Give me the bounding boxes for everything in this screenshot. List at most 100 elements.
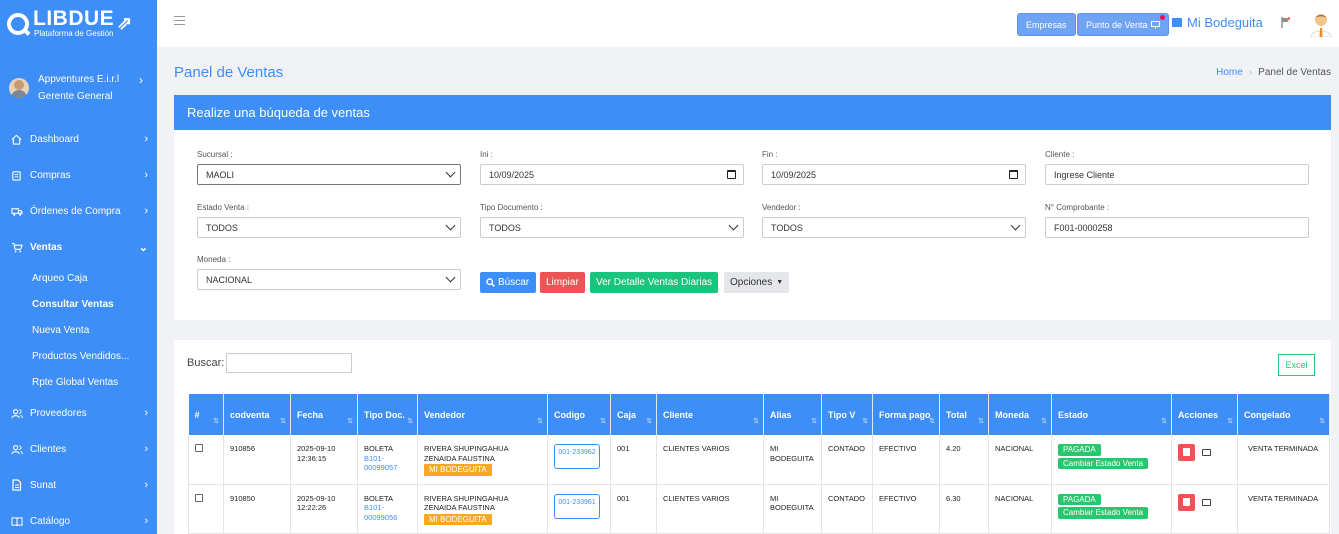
sort-icon: ⇅ — [213, 418, 219, 425]
cell-moneda: NACIONAL — [988, 484, 1052, 534]
cell-vendedor: RIVERA SHUPINGAHUA ZENAIDA FAUSTINA — [424, 493, 509, 513]
search-card: Realize una búqueda de ventas Sucursal :… — [174, 95, 1331, 320]
home-icon — [10, 133, 23, 146]
col-header-congelado[interactable]: Congelado ⇅ — [1237, 394, 1330, 435]
logo-arrows-icon: ⇗ — [117, 13, 133, 33]
print-icon[interactable] — [1202, 498, 1211, 506]
sort-icon: ⇅ — [1041, 418, 1047, 425]
sidebar-item-catalogo[interactable]: Catálogo › — [0, 503, 157, 534]
cell-forma-pago: EFECTIVO — [872, 435, 940, 485]
calendar-icon[interactable] — [727, 170, 736, 179]
tipo-doc-field: Tipo Documento : TODOS — [480, 203, 744, 238]
vendedor-select[interactable]: TODOS — [762, 217, 1026, 238]
results-card: Buscar: Excel # ⇅ codventa ⇅ Fecha ⇅ Tipo D… — [174, 340, 1331, 534]
trash-icon[interactable] — [1178, 444, 1195, 461]
comprobante-field: N° Comprobante : F001-0000258 — [1045, 203, 1309, 238]
col-header-acciones[interactable]: Acciones ⇅ — [1171, 394, 1238, 435]
sidebar-subitem-arqueo[interactable]: Arqueo Caja — [0, 265, 157, 291]
col-header-cliente[interactable]: Cliente ⇅ — [656, 394, 764, 435]
sort-icon: ⇅ — [978, 418, 984, 425]
sort-icon: ⇅ — [811, 418, 817, 425]
clipboard-icon — [10, 169, 23, 182]
moneda-select[interactable]: NACIONAL — [197, 269, 461, 290]
moneda-field: Moneda : NACIONAL — [197, 255, 461, 290]
cambiar-estado-button[interactable]: Cambiar Estado Venta — [1058, 457, 1149, 469]
sort-icon: ⇅ — [280, 418, 286, 425]
col-header-estado[interactable]: Estado ⇅ — [1051, 394, 1172, 435]
chevron-right-icon: › — [144, 205, 148, 217]
col-header-index[interactable]: # ⇅ — [188, 394, 224, 435]
cliente-input[interactable]: Ingrese Cliente — [1045, 164, 1309, 185]
cell-codigo-button[interactable]: 001-233961 — [554, 493, 600, 519]
col-header-vendedor[interactable]: Vendedor ⇅ — [417, 394, 548, 435]
cell-tipo-v: CONTADO — [821, 484, 873, 534]
cell-tipo: BOLETA — [364, 493, 394, 503]
table-search-input[interactable] — [226, 353, 353, 373]
sort-icon: ⇅ — [600, 418, 606, 425]
col-header-caja[interactable]: Caja ⇅ — [610, 394, 657, 435]
col-header-tipo-v[interactable]: Tipo V ⇅ — [821, 394, 873, 435]
opciones-button[interactable]: Opciones ▼ — [724, 272, 790, 293]
fin-date-input[interactable]: 10/09/2025 — [762, 164, 1026, 185]
col-header-codigo[interactable]: Codigo ⇅ — [547, 394, 611, 435]
detalle-ventas-button[interactable]: Ver Detalle Ventas Diarias — [590, 272, 719, 293]
user-profile[interactable]: Appventures E.i.r.l Gerente General › — [0, 55, 157, 121]
cell-caja: 001 — [610, 435, 657, 485]
user-avatar-icon[interactable] — [1310, 13, 1332, 37]
col-header-total[interactable]: Total ⇅ — [939, 394, 989, 435]
col-header-codventa[interactable]: codventa ⇅ — [223, 394, 291, 435]
table-row: 910850 2025-09-10 12:22:26 BOLETA B101-00… — [188, 484, 1330, 534]
excel-button[interactable]: Excel — [1278, 354, 1315, 376]
comprobante-label: N° Comprobante : — [1045, 203, 1110, 212]
col-header-moneda[interactable]: Moneda ⇅ — [988, 394, 1052, 435]
sidebar-item-ordenes[interactable]: Órdenes de Compra › — [0, 193, 157, 229]
trash-icon[interactable] — [1178, 493, 1195, 511]
sidebar-item-clientes[interactable]: Clientes › — [0, 431, 157, 467]
calendar-icon[interactable] — [1009, 170, 1018, 179]
cell-doc-link[interactable]: B101-00099056 — [364, 503, 411, 522]
fin-label: Fin : — [762, 150, 778, 159]
logo[interactable]: LIBDUE Plataforma de Gestión ⇗ — [0, 0, 157, 47]
empresas-button[interactable]: Empresas — [1017, 13, 1076, 36]
col-header-fecha[interactable]: Fecha ⇅ — [290, 394, 358, 435]
cell-forma-pago: EFECTIVO — [872, 484, 940, 534]
ini-field: Ini : 10/09/2025 — [480, 150, 744, 185]
limpiar-button[interactable]: Limpiar — [540, 272, 585, 293]
sidebar-subitem-nueva[interactable]: Nueva Venta — [0, 317, 157, 343]
sidebar-item-ventas[interactable]: Ventas ⌄ — [0, 229, 157, 265]
store-icon — [1172, 18, 1182, 27]
tipo-doc-select[interactable]: TODOS — [480, 217, 744, 238]
sidebar-subitem-consultar[interactable]: Consultar Ventas — [0, 291, 157, 317]
sort-icon: ⇅ — [753, 418, 759, 425]
punto-venta-button[interactable]: Punto de Venta — [1077, 13, 1169, 36]
breadcrumb-home[interactable]: Home — [1216, 67, 1243, 78]
sucursal-select[interactable]: MAOLI — [197, 164, 461, 185]
flag-icon[interactable] — [1281, 17, 1290, 28]
menu-toggle-icon[interactable] — [174, 16, 185, 25]
estado-badge: PAGADA — [1058, 493, 1101, 505]
col-header-forma-pago[interactable]: Forma pago ⇅ — [872, 394, 940, 435]
sidebar-subitem-productos[interactable]: Productos Vendidos... — [0, 343, 157, 369]
sidebar-item-compras[interactable]: Compras › — [0, 157, 157, 193]
print-icon[interactable] — [1202, 449, 1211, 456]
store-link[interactable]: Mi Bodeguita — [1172, 15, 1263, 30]
sidebar-item-dashboard[interactable]: Dashboard › — [0, 121, 157, 157]
cell-codigo-button[interactable]: 001-233962 — [554, 444, 600, 469]
row-checkbox[interactable] — [195, 493, 203, 502]
chevron-right-icon: › — [139, 73, 143, 87]
cambiar-estado-button[interactable]: Cambiar Estado Venta — [1058, 507, 1149, 519]
cell-doc-link[interactable]: B101-00099057 — [364, 454, 411, 473]
buscar-button[interactable]: Búscar — [480, 272, 536, 293]
col-header-tipo-doc[interactable]: Tipo Doc. ⇅ — [357, 394, 418, 435]
sidebar-item-proveedores[interactable]: Proveedores › — [0, 395, 157, 431]
cell-congelado: VENTA TERMINADA — [1237, 435, 1330, 485]
estado-select[interactable]: TODOS — [197, 217, 461, 238]
ini-date-input[interactable]: 10/09/2025 — [480, 164, 744, 185]
logo-mark-icon — [7, 12, 29, 35]
sidebar-subitem-rpte[interactable]: Rpte Global Ventas — [0, 369, 157, 395]
sidebar-item-label: Ventas — [30, 241, 63, 253]
col-header-alias[interactable]: Alias ⇅ — [763, 394, 822, 435]
row-checkbox[interactable] — [195, 444, 203, 452]
comprobante-input[interactable]: F001-0000258 — [1045, 217, 1309, 238]
sidebar-item-sunat[interactable]: Sunat › — [0, 467, 157, 503]
